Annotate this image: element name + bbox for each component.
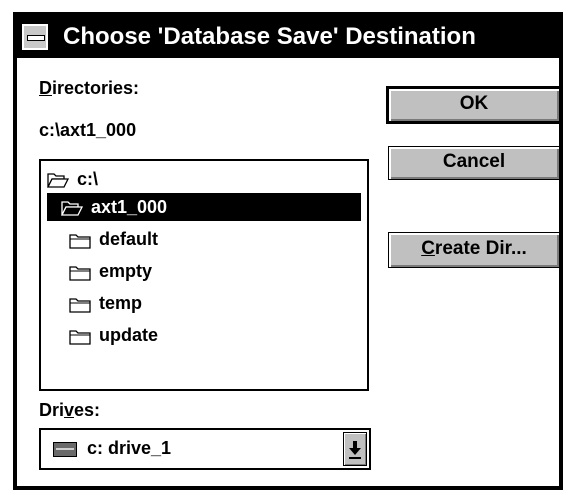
directory-item-default[interactable]: default (69, 225, 158, 253)
drives-dropdown[interactable]: c: drive_1 (39, 428, 371, 470)
folder-icon (69, 298, 91, 313)
folder-icon (69, 266, 91, 281)
dropdown-button[interactable] (343, 432, 367, 466)
ok-button[interactable]: OK (386, 86, 562, 124)
title-bar[interactable]: Choose 'Database Save' Destination (17, 16, 559, 58)
create-dir-label: reate Dir... (434, 238, 527, 259)
drives-label-accelerator: v (64, 400, 75, 420)
directory-item-empty[interactable]: empty (69, 257, 152, 285)
drives-label: Drives: (39, 400, 100, 421)
drives-label-start: Dri (39, 400, 65, 420)
directory-item-label: update (99, 325, 159, 345)
directory-item-update[interactable]: update (69, 321, 158, 349)
directory-item-temp[interactable]: temp (69, 289, 142, 317)
selected-drive: c: drive_1 (87, 438, 172, 458)
system-menu-icon[interactable] (22, 24, 48, 50)
drives-label-end: es: (74, 400, 101, 420)
directory-item-label: axt1_000 (91, 197, 168, 217)
cancel-button[interactable]: Cancel (388, 146, 560, 180)
down-arrow-icon (349, 441, 361, 459)
window-title: Choose 'Database Save' Destination (63, 23, 476, 50)
folder-icon (69, 234, 91, 249)
directories-label-accelerator: D (39, 78, 52, 98)
directory-item-label: c:\ (77, 169, 99, 189)
directory-item-label: default (99, 229, 159, 249)
system-menu-bar (27, 35, 45, 41)
current-directory-path: c:\axt1_000 (39, 120, 137, 140)
hard-drive-icon (53, 442, 77, 457)
open-folder-icon (47, 173, 69, 188)
folder-icon (69, 330, 91, 345)
directory-item-root[interactable]: c:\ (47, 165, 361, 193)
directory-item-axt1-000[interactable]: axt1_000 (47, 193, 361, 221)
open-folder-icon (61, 201, 83, 216)
create-dir-button[interactable]: Create Dir... (388, 232, 560, 268)
directories-label-text: irectories: (52, 78, 140, 98)
directory-list[interactable]: c:\ axt1_000 default empty temp update (39, 159, 369, 391)
directory-item-label: temp (99, 293, 143, 313)
directory-item-label: empty (99, 261, 153, 281)
create-dir-accelerator: C (421, 238, 435, 259)
choose-destination-dialog: Choose 'Database Save' Destination Direc… (13, 12, 563, 490)
directories-label: Directories: (39, 78, 139, 99)
